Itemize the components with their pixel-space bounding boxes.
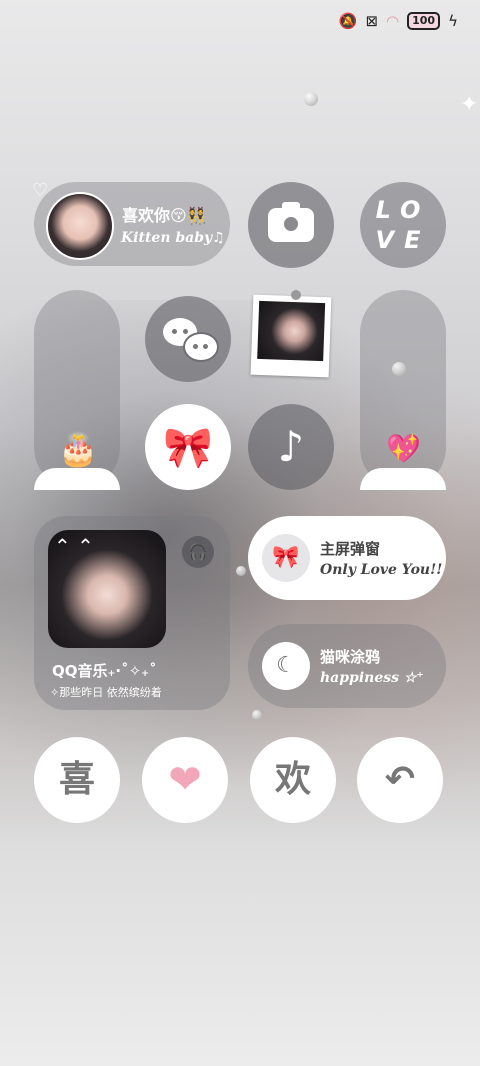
- bow-icon: 🎀: [163, 425, 213, 471]
- tiktok-icon: ♪: [277, 422, 305, 471]
- wifi-icon: ◠: [386, 12, 400, 30]
- camera-app-button[interactable]: [248, 182, 334, 268]
- contact-subtitle: Kitten baby♫: [121, 230, 225, 246]
- photo-widget[interactable]: [250, 294, 332, 378]
- popup-title: 主屏弹窗: [320, 540, 381, 558]
- music-lyric: ✧那些昨日 依然缤纷着: [50, 686, 162, 699]
- love-text-line1: LO: [375, 196, 431, 224]
- pin-icon: [291, 290, 301, 300]
- headphones-icon[interactable]: 🎧: [182, 536, 214, 568]
- charging-icon: ϟ: [448, 12, 458, 30]
- love-app-button[interactable]: LO VE: [360, 182, 446, 268]
- popup-subtitle: Only Love You!!: [320, 562, 443, 578]
- cat-ears-decoration: ⌃ ⌃: [54, 534, 94, 558]
- bow-app-button[interactable]: 🎀: [145, 404, 231, 490]
- dock-app-huan[interactable]: 欢: [250, 737, 336, 823]
- contact-widget[interactable]: 喜欢你😚👯 Kitten baby♫: [34, 182, 230, 266]
- music-title: QQ音乐₊·˚✧₊˚: [52, 662, 157, 680]
- home-popup-widget[interactable]: 🎀 主屏弹窗 Only Love You!!: [248, 516, 446, 600]
- moon-star-icon: ☾: [262, 642, 310, 690]
- heart-outline-icon: ♡: [32, 180, 49, 201]
- dock-app-heart[interactable]: ❤: [142, 737, 228, 823]
- huan-character-icon: 欢: [274, 759, 311, 800]
- dock-app-xi[interactable]: 喜: [34, 737, 120, 823]
- heart-icon: ❤: [168, 757, 202, 803]
- heart-widget[interactable]: 💖: [360, 290, 446, 490]
- doodle-title: 猫咪涂鸦: [320, 648, 381, 666]
- avatar: [46, 192, 114, 260]
- dock-app-back[interactable]: ↶: [357, 737, 443, 823]
- tiktok-app-button[interactable]: ♪: [248, 404, 334, 490]
- photo-image: [257, 300, 326, 362]
- contact-name: 喜欢你😚👯: [122, 206, 207, 225]
- cake-icon: 🎂: [58, 430, 98, 468]
- sparkle-icon: ✦: [460, 92, 479, 117]
- doodle-subtitle: happiness ☆⁺: [320, 670, 424, 686]
- wechat-app-button[interactable]: [145, 296, 231, 382]
- cat-doodle-widget[interactable]: ☾ 猫咪涂鸦 happiness ☆⁺: [248, 624, 446, 708]
- love-text-line2: VE: [375, 226, 431, 254]
- xi-character-icon: 喜: [58, 759, 95, 800]
- bell-muted-icon: 🔕: [338, 12, 358, 30]
- qq-music-widget[interactable]: ⌃ ⌃ 🎧 QQ音乐₊·˚✧₊˚ ✧那些昨日 依然缤纷着: [34, 516, 230, 710]
- battery-indicator: 100: [407, 12, 441, 30]
- sparkling-heart-icon: 💖: [386, 432, 421, 465]
- water-drop-decoration: [304, 92, 318, 106]
- status-bar: 🔕 ⊠ ◠ 100 ϟ: [339, 12, 458, 30]
- sim-off-icon: ⊠: [365, 12, 379, 30]
- bow-icon: 🎀: [262, 534, 310, 582]
- camera-icon: [281, 214, 301, 234]
- back-arrow-icon: ↶: [384, 759, 416, 800]
- birthday-widget[interactable]: 🎂: [34, 290, 120, 490]
